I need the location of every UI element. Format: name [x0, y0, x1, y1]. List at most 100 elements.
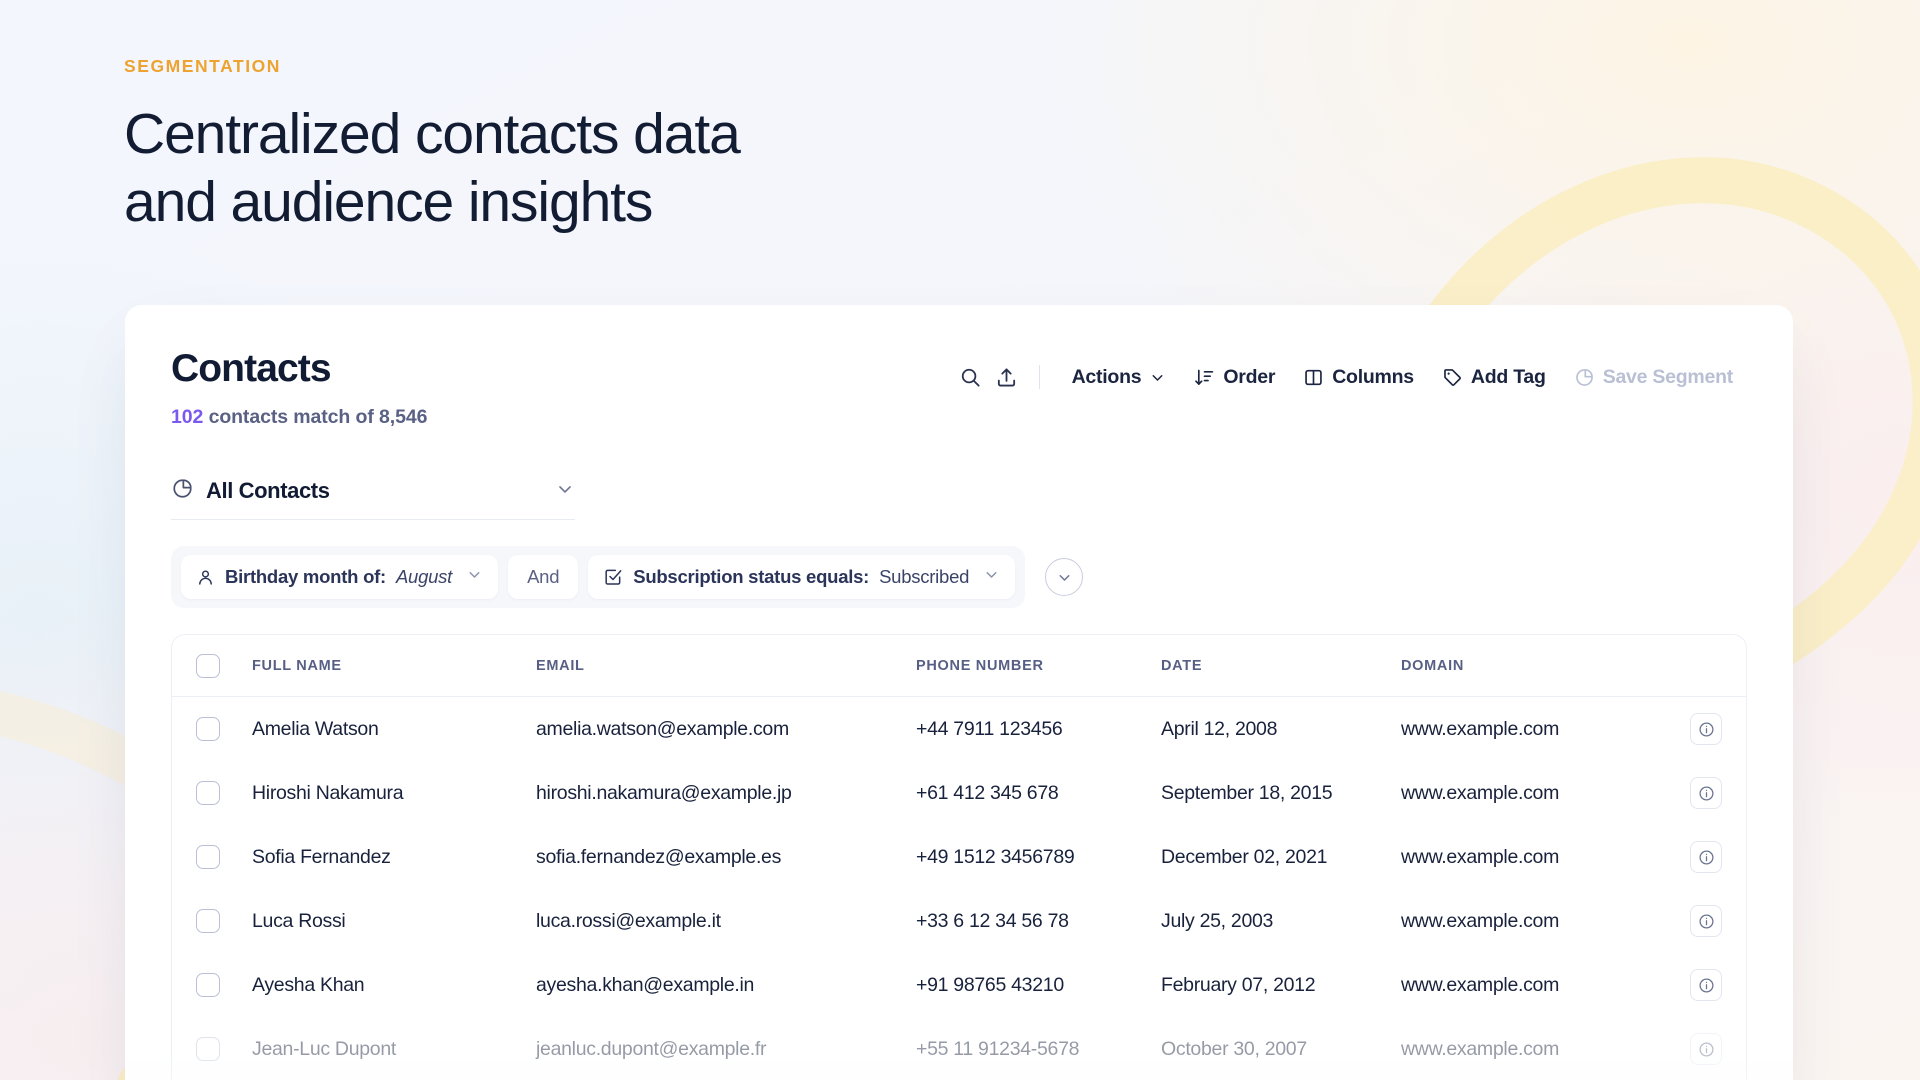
expand-filters-button[interactable] [1045, 558, 1084, 596]
headline-line-1: Centralized contacts data [124, 101, 741, 166]
cell-email: luca.rossi@example.it [536, 909, 721, 932]
table-row[interactable]: Jean-Luc Dupont jeanluc.dupont@example.fr… [172, 1017, 1746, 1080]
toolbar-divider [1038, 365, 1040, 389]
filter-field-label: Birthday month of: [225, 566, 386, 587]
row-info-button[interactable] [1690, 841, 1722, 873]
filter-pill-birthday-month[interactable]: Birthday month of: August [181, 555, 499, 599]
actions-label: Actions [1071, 365, 1142, 388]
page-title: Centralized contacts data and audience i… [124, 100, 741, 238]
cell-phone-number: +55 11 91234-5678 [916, 1037, 1080, 1060]
actions-menu-button[interactable]: Actions [1058, 366, 1181, 389]
cell-full-name: Sofia Fernandez [252, 845, 391, 868]
column-header-date[interactable]: DATE [1161, 658, 1401, 674]
add-tag-button[interactable]: Add Tag [1428, 366, 1560, 389]
table-row[interactable]: Luca Rossi luca.rossi@example.it +33 6 12 … [172, 889, 1746, 953]
row-info-button[interactable] [1690, 713, 1722, 745]
row-checkbox[interactable] [196, 845, 220, 869]
info-icon [1698, 1041, 1714, 1057]
cell-domain: www.example.com [1401, 845, 1560, 868]
order-label: Order [1223, 365, 1276, 388]
row-info-button[interactable] [1690, 1033, 1722, 1065]
export-upload-icon [998, 368, 1016, 386]
cell-email: amelia.watson@example.com [536, 717, 789, 740]
column-header-full-name[interactable]: FULL NAME [252, 658, 536, 674]
row-checkbox[interactable] [196, 781, 220, 805]
cell-phone-number: +61 412 345 678 [916, 781, 1059, 804]
column-header-phone-number[interactable]: PHONE NUMBER [916, 658, 1161, 674]
filter-pill-subscription-status[interactable]: Subscription status equals: Subscribed [588, 555, 1016, 599]
card-heading-block: Contacts 102 contacts match of 8,546 [171, 349, 427, 429]
row-checkbox[interactable] [196, 717, 220, 741]
search-icon [961, 368, 980, 387]
card-header: Contacts 102 contacts match of 8,546 Act… [171, 349, 1747, 429]
cell-domain: www.example.com [1401, 1037, 1560, 1060]
row-checkbox-cell [196, 717, 252, 741]
cell-phone-number: +49 1512 3456789 [916, 845, 1075, 868]
cell-email: hiroshi.nakamura@example.jp [536, 781, 792, 804]
cell-email: jeanluc.dupont@example.fr [536, 1037, 767, 1060]
row-checkbox-cell [196, 845, 252, 869]
eyebrow-label: SEGMENTATION [124, 56, 281, 76]
row-checkbox[interactable] [196, 1037, 220, 1061]
filter-value-label: August [395, 566, 453, 587]
order-button[interactable]: Order [1180, 366, 1289, 389]
cell-domain: www.example.com [1401, 973, 1560, 996]
headline-line-2: and audience insights [124, 170, 653, 235]
sort-order-icon [1195, 369, 1214, 385]
row-checkbox-cell [196, 909, 252, 933]
table-row[interactable]: Ayesha Khan ayesha.khan@example.in +91 987… [172, 953, 1746, 1017]
row-checkbox-cell [196, 781, 252, 805]
row-info-button[interactable] [1690, 905, 1722, 937]
info-icon [1698, 849, 1714, 865]
column-header-email[interactable]: EMAIL [536, 658, 916, 674]
export-button[interactable] [989, 359, 1025, 395]
chevron-down-icon [466, 566, 483, 588]
row-info-cell [1670, 969, 1722, 1001]
contacts-title: Contacts [171, 347, 332, 390]
row-checkbox[interactable] [196, 909, 220, 933]
columns-button[interactable]: Columns [1289, 366, 1428, 389]
table-row[interactable]: Sofia Fernandez sofia.fernandez@example.e… [172, 825, 1746, 889]
cell-domain: www.example.com [1401, 909, 1560, 932]
filter-field-label: Subscription status equals: [633, 566, 870, 587]
filter-group: Birthday month of: August And Subscripti… [171, 546, 1026, 608]
cell-full-name: Luca Rossi [252, 909, 346, 932]
cell-phone-number: +44 7911 123456 [916, 717, 1063, 740]
search-button[interactable] [953, 359, 989, 395]
cell-phone-number: +33 6 12 34 56 78 [916, 909, 1069, 932]
row-checkbox-cell [196, 973, 252, 997]
filter-conjunction-and[interactable]: And [508, 555, 579, 599]
person-icon [196, 568, 215, 587]
info-icon [1698, 913, 1714, 929]
cell-full-name: Amelia Watson [252, 717, 379, 740]
cell-date: July 25, 2003 [1161, 909, 1274, 932]
info-icon [1698, 977, 1714, 993]
segment-selector[interactable]: All Contacts [171, 477, 575, 520]
tag-icon [1444, 368, 1461, 386]
table-row[interactable]: Amelia Watson amelia.watson@example.com +4… [172, 697, 1746, 761]
chevron-down-icon [1059, 574, 1070, 581]
pie-segment-icon [1575, 368, 1593, 386]
select-all-checkbox[interactable] [196, 653, 220, 678]
column-header-domain[interactable]: DOMAIN [1401, 658, 1670, 674]
columns-label: Columns [1332, 365, 1414, 388]
filter-value-label: Subscribed [879, 566, 970, 587]
match-count: 102 [171, 406, 204, 428]
row-checkbox-cell [196, 1037, 252, 1061]
columns-icon [1305, 369, 1322, 385]
table-row[interactable]: Hiroshi Nakamura hiroshi.nakamura@example… [172, 761, 1746, 825]
cell-date: April 12, 2008 [1161, 717, 1278, 740]
row-info-cell [1670, 713, 1722, 745]
cell-domain: www.example.com [1401, 781, 1560, 804]
select-all-cell [196, 653, 252, 678]
contacts-card: Contacts 102 contacts match of 8,546 Act… [125, 305, 1793, 1080]
row-info-button[interactable] [1690, 969, 1722, 1001]
cell-date: September 18, 2015 [1161, 781, 1333, 804]
row-info-cell [1670, 777, 1722, 809]
contacts-table: FULL NAME EMAIL PHONE NUMBER DATE DOMAIN… [171, 634, 1747, 1080]
row-checkbox[interactable] [196, 973, 220, 997]
row-info-cell [1670, 841, 1722, 873]
row-info-button[interactable] [1690, 777, 1722, 809]
chevron-down-icon [555, 479, 575, 504]
save-segment-button[interactable]: Save Segment [1560, 366, 1747, 389]
